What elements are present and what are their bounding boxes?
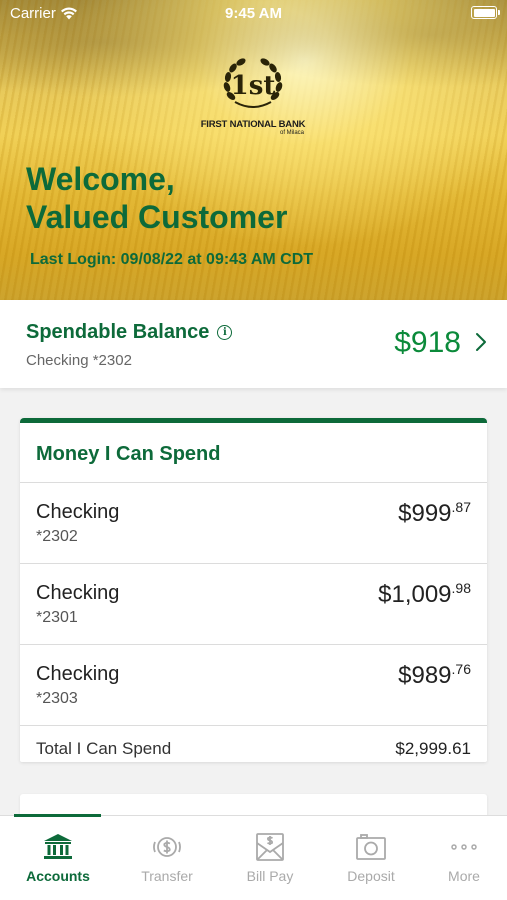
account-name: Checking: [36, 582, 120, 604]
welcome-heading: Welcome, Valued Customer: [26, 160, 287, 236]
spendable-amount: $918: [394, 326, 461, 359]
total-value: $2,999.61: [395, 739, 471, 758]
tab-label: Accounts: [26, 868, 90, 884]
account-row[interactable]: Checking *2303 $989.76: [20, 645, 487, 725]
bank-subname: of Milaca: [279, 130, 304, 136]
welcome-line-1: Welcome,: [26, 161, 175, 197]
account-name: Checking: [36, 663, 120, 685]
transfer-icon: [153, 837, 181, 857]
tab-label: Transfer: [141, 868, 193, 884]
spendable-title-text: Spendable Balance: [26, 321, 210, 343]
tab-label: More: [448, 868, 480, 884]
account-name: Checking: [36, 501, 120, 523]
info-icon[interactable]: i: [217, 325, 233, 340]
account-number: *2303: [36, 690, 78, 707]
tab-transfer[interactable]: Transfer: [117, 832, 217, 884]
status-bar: Carrier 9:45 AM: [0, 0, 507, 28]
account-balance: $1,009.98: [378, 580, 471, 609]
account-balance: $989.76: [398, 661, 471, 690]
spendable-account: Checking *2302: [26, 352, 132, 369]
chevron-right-icon: [476, 333, 486, 351]
status-time: 9:45 AM: [225, 5, 282, 22]
tab-label: Bill Pay: [246, 868, 294, 884]
active-tab-indicator: [14, 814, 101, 817]
bill-pay-icon: [256, 833, 284, 861]
battery-icon: [471, 6, 500, 19]
money-card: Money I Can Spend Checking *2302 $999.87…: [20, 418, 487, 762]
account-number: *2301: [36, 609, 78, 626]
spendable-title: Spendable Balance i: [26, 321, 233, 344]
tab-more[interactable]: More: [414, 832, 507, 884]
account-row[interactable]: Checking *2302 $999.87: [20, 483, 487, 563]
camera-icon: [356, 834, 386, 860]
tab-accounts[interactable]: Accounts: [8, 832, 108, 884]
bank-icon: [44, 834, 72, 859]
balance-dollars: $989: [398, 662, 452, 689]
more-icon: [451, 844, 477, 850]
tab-bill-pay[interactable]: Bill Pay: [220, 832, 320, 884]
logo-mark-text: 1st: [231, 71, 276, 101]
money-card-title: Money I Can Spend: [36, 443, 221, 465]
tab-bar: Accounts Transfer Bill Pay Deposit More: [0, 814, 507, 900]
tab-deposit[interactable]: Deposit: [321, 832, 421, 884]
balance-cents: .76: [451, 661, 471, 677]
hero-banner: Carrier 9:45 AM 1st FIRST NATIONAL BANK …: [0, 0, 507, 300]
balance-cents: .87: [451, 499, 471, 515]
balance-dollars: $1,009: [378, 581, 452, 608]
last-login: Last Login: 09/08/22 at 09:43 AM CDT: [30, 251, 314, 268]
spendable-balance-row[interactable]: Spendable Balance i Checking *2302 $918: [0, 300, 507, 388]
bank-logo: 1st FIRST NATIONAL BANK of Milaca: [198, 56, 308, 136]
balance-dollars: $999: [398, 500, 452, 527]
account-balance: $999.87: [398, 499, 471, 528]
bank-name: FIRST NATIONAL BANK: [200, 119, 306, 130]
account-number: *2302: [36, 528, 78, 545]
laurel-logo-icon: 1st: [223, 58, 283, 108]
total-label: Total I Can Spend: [36, 739, 172, 758]
welcome-line-2: Valued Customer: [26, 199, 288, 235]
divider: [20, 725, 487, 726]
account-row[interactable]: Checking *2301 $1,009.98: [20, 564, 487, 644]
tab-label: Deposit: [347, 868, 395, 884]
balance-cents: .98: [451, 580, 471, 596]
